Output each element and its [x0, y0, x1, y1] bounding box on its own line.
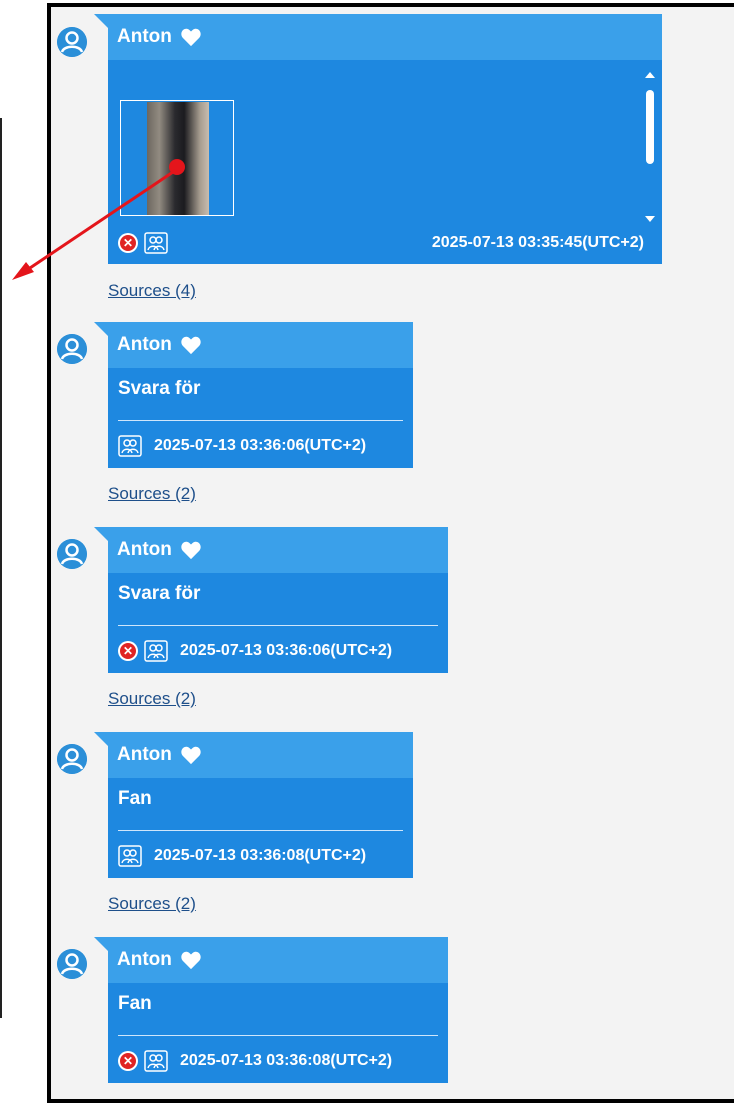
participants-icon[interactable] — [144, 232, 168, 254]
participants-icon[interactable] — [144, 1050, 168, 1072]
heart-icon[interactable] — [180, 540, 202, 560]
sender-name: Anton — [117, 949, 172, 970]
user-avatar-icon[interactable] — [57, 334, 87, 364]
heart-icon[interactable] — [180, 745, 202, 765]
delete-x-icon[interactable]: ✕ — [118, 1051, 138, 1071]
message-footer: ✕ 2025-07-13 03:36:08(UTC+2) — [118, 1050, 392, 1072]
message-text: Fan — [118, 788, 152, 809]
sources-link[interactable]: Sources (4) — [108, 281, 196, 301]
message-bubble[interactable]: Anton Svara för ✕ 2025-07-13 03:36:06(UT… — [94, 527, 448, 673]
image-attachment[interactable] — [120, 100, 234, 216]
message-header: Anton — [108, 527, 448, 573]
heart-icon[interactable] — [180, 27, 202, 47]
sources-link[interactable]: Sources (2) — [108, 484, 196, 504]
message-bubble[interactable]: Anton ✕ 2025-07-13 03:35:45(UTC+2) — [94, 14, 662, 264]
divider — [118, 625, 438, 626]
message-bubble[interactable]: Anton Fan 2025-07-13 03:36:08(UTC+2) — [94, 732, 413, 878]
message-bubble[interactable]: Anton Fan ✕ 2025-07-13 03:36:08(UTC+2) — [94, 937, 448, 1083]
delete-x-icon[interactable]: ✕ — [118, 641, 138, 661]
message-header: Anton — [108, 14, 662, 60]
message-timestamp: 2025-07-13 03:36:08(UTC+2) — [180, 1052, 393, 1069]
sender-name: Anton — [117, 539, 172, 560]
delete-x-icon[interactable]: ✕ — [118, 233, 138, 253]
message-header: Anton — [108, 322, 413, 368]
message-text: Svara för — [118, 378, 201, 399]
sources-link[interactable]: Sources (2) — [108, 894, 196, 914]
participants-icon[interactable] — [118, 845, 142, 867]
user-avatar-icon[interactable] — [57, 539, 87, 569]
user-avatar-icon[interactable] — [57, 949, 87, 979]
divider — [118, 830, 403, 831]
participants-icon[interactable] — [144, 640, 168, 662]
message-timestamp: 2025-07-13 03:36:08(UTC+2) — [154, 847, 367, 864]
user-avatar-icon[interactable] — [57, 27, 87, 57]
message-footer: ✕ — [118, 232, 180, 254]
message-bubble[interactable]: Anton Svara för 2025-07-13 03:36:06(UTC+… — [94, 322, 413, 468]
participants-icon[interactable] — [118, 435, 142, 457]
scroll-down-icon[interactable] — [645, 216, 655, 222]
vertical-scrollbar[interactable] — [644, 72, 656, 222]
sender-name: Anton — [117, 334, 172, 355]
sources-link[interactable]: Sources (2) — [108, 689, 196, 709]
scrollbar-thumb[interactable] — [646, 90, 654, 164]
message-header: Anton — [108, 732, 413, 778]
heart-icon[interactable] — [180, 335, 202, 355]
sender-name: Anton — [117, 744, 172, 765]
sender-name: Anton — [117, 26, 172, 47]
message-timestamp: 2025-07-13 03:36:06(UTC+2) — [154, 437, 367, 454]
scroll-up-icon[interactable] — [645, 72, 655, 78]
divider — [118, 1035, 438, 1036]
message-footer: ✕ 2025-07-13 03:36:06(UTC+2) — [118, 640, 392, 662]
message-text: Fan — [118, 993, 152, 1014]
message-footer: 2025-07-13 03:36:06(UTC+2) — [118, 435, 366, 457]
message-text: Svara för — [118, 583, 201, 604]
left-border — [0, 118, 2, 1018]
message-footer: 2025-07-13 03:36:08(UTC+2) — [118, 845, 366, 867]
divider — [118, 420, 403, 421]
annotation-marker — [169, 159, 185, 175]
heart-icon[interactable] — [180, 950, 202, 970]
user-avatar-icon[interactable] — [57, 744, 87, 774]
message-header: Anton — [108, 937, 448, 983]
message-timestamp: 2025-07-13 03:36:06(UTC+2) — [180, 642, 393, 659]
message-timestamp: 2025-07-13 03:35:45(UTC+2) — [431, 234, 644, 251]
